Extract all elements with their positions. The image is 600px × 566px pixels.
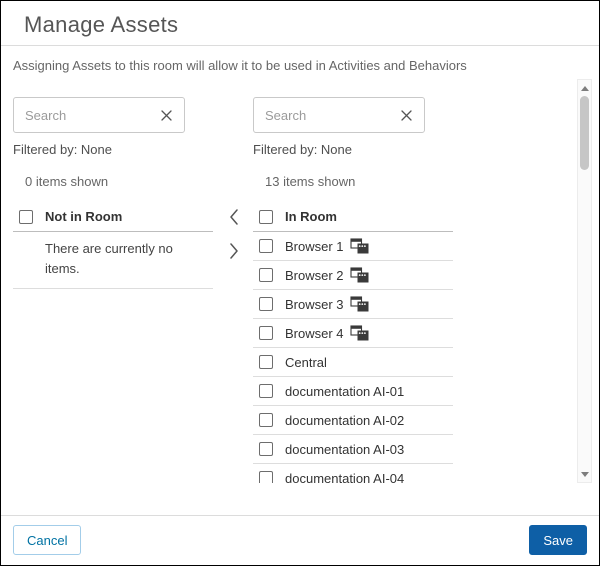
not-in-room-list: Not in Room There are currently no items… — [13, 202, 213, 289]
right-select-all-checkbox[interactable] — [259, 210, 273, 224]
left-empty-row: There are currently no items. — [13, 232, 213, 289]
list-item: documentation AI-01 — [253, 377, 453, 406]
left-select-all-checkbox[interactable] — [19, 210, 33, 224]
item-label: documentation AI-02 — [285, 413, 404, 428]
scroll-down-button[interactable] — [578, 467, 591, 481]
right-items-count: 13 items shown — [265, 174, 453, 189]
item-checkbox[interactable] — [259, 413, 273, 427]
item-checkbox[interactable] — [259, 297, 273, 311]
applications-icon — [350, 238, 369, 254]
left-list-header-label: Not in Room — [45, 209, 122, 224]
right-search-input[interactable] — [254, 108, 396, 123]
save-button[interactable]: Save — [529, 525, 587, 555]
left-search-input[interactable] — [14, 108, 156, 123]
item-checkbox[interactable] — [259, 268, 273, 282]
triangle-down-icon — [581, 472, 589, 477]
triangle-up-icon — [581, 86, 589, 91]
left-search-clear-icon[interactable] — [156, 109, 184, 122]
left-list-header-row: Not in Room — [13, 202, 213, 232]
cancel-button[interactable]: Cancel — [13, 525, 81, 555]
item-checkbox[interactable] — [259, 471, 273, 483]
item-label: Central — [285, 355, 327, 370]
right-search-box[interactable] — [253, 97, 425, 133]
applications-icon — [350, 267, 369, 283]
right-search-clear-icon[interactable] — [396, 109, 424, 122]
item-label: documentation AI-04 — [285, 471, 404, 484]
in-room-panel: Filtered by: None 13 items shown In Room… — [253, 97, 453, 483]
item-label: documentation AI-01 — [285, 384, 404, 399]
list-item: Browser 4 — [253, 319, 453, 348]
item-label: Browser 3 — [285, 297, 344, 312]
item-checkbox[interactable] — [259, 442, 273, 456]
left-items-count: 0 items shown — [25, 174, 213, 189]
scrollbar-thumb[interactable] — [580, 96, 589, 170]
dialog-description: Assigning Assets to this room will allow… — [13, 58, 467, 73]
transfer-controls — [221, 205, 247, 265]
item-label: Browser 4 — [285, 326, 344, 341]
applications-icon — [350, 296, 369, 312]
list-item: documentation AI-04 — [253, 464, 453, 483]
right-filtered-by: Filtered by: None — [253, 142, 453, 157]
content-area: Filtered by: None 0 items shown Not in R… — [1, 79, 599, 483]
empty-message: There are currently no items. — [13, 232, 203, 288]
item-checkbox[interactable] — [259, 384, 273, 398]
right-list-header-label: In Room — [285, 209, 337, 224]
manage-assets-dialog: Manage Assets Assigning Assets to this r… — [0, 0, 600, 566]
item-checkbox[interactable] — [259, 326, 273, 340]
list-item: Browser 3 — [253, 290, 453, 319]
item-label: documentation AI-03 — [285, 442, 404, 457]
footer-divider — [1, 515, 599, 516]
item-label: Browser 2 — [285, 268, 344, 283]
list-item: Browser 2 — [253, 261, 453, 290]
move-left-button[interactable] — [221, 205, 247, 231]
list-item: documentation AI-03 — [253, 435, 453, 464]
list-item: Browser 1 — [253, 232, 453, 261]
list-item: documentation AI-02 — [253, 406, 453, 435]
applications-icon — [350, 325, 369, 341]
left-filtered-by: Filtered by: None — [13, 142, 213, 157]
chevron-right-icon — [227, 242, 241, 263]
item-checkbox[interactable] — [259, 239, 273, 253]
left-search-box[interactable] — [13, 97, 185, 133]
not-in-room-panel: Filtered by: None 0 items shown Not in R… — [13, 97, 213, 289]
list-item: Central — [253, 348, 453, 377]
item-checkbox[interactable] — [259, 355, 273, 369]
item-label: Browser 1 — [285, 239, 344, 254]
right-list-header-row: In Room — [253, 202, 453, 232]
dialog-title: Manage Assets — [24, 12, 178, 38]
in-room-list: In Room Browser 1 Browser 2 Browser 3 Brows… — [253, 202, 453, 483]
move-right-button[interactable] — [221, 239, 247, 265]
scroll-up-button[interactable] — [578, 81, 591, 95]
title-divider — [1, 45, 599, 46]
vertical-scrollbar[interactable] — [577, 79, 592, 483]
chevron-left-icon — [227, 208, 241, 229]
